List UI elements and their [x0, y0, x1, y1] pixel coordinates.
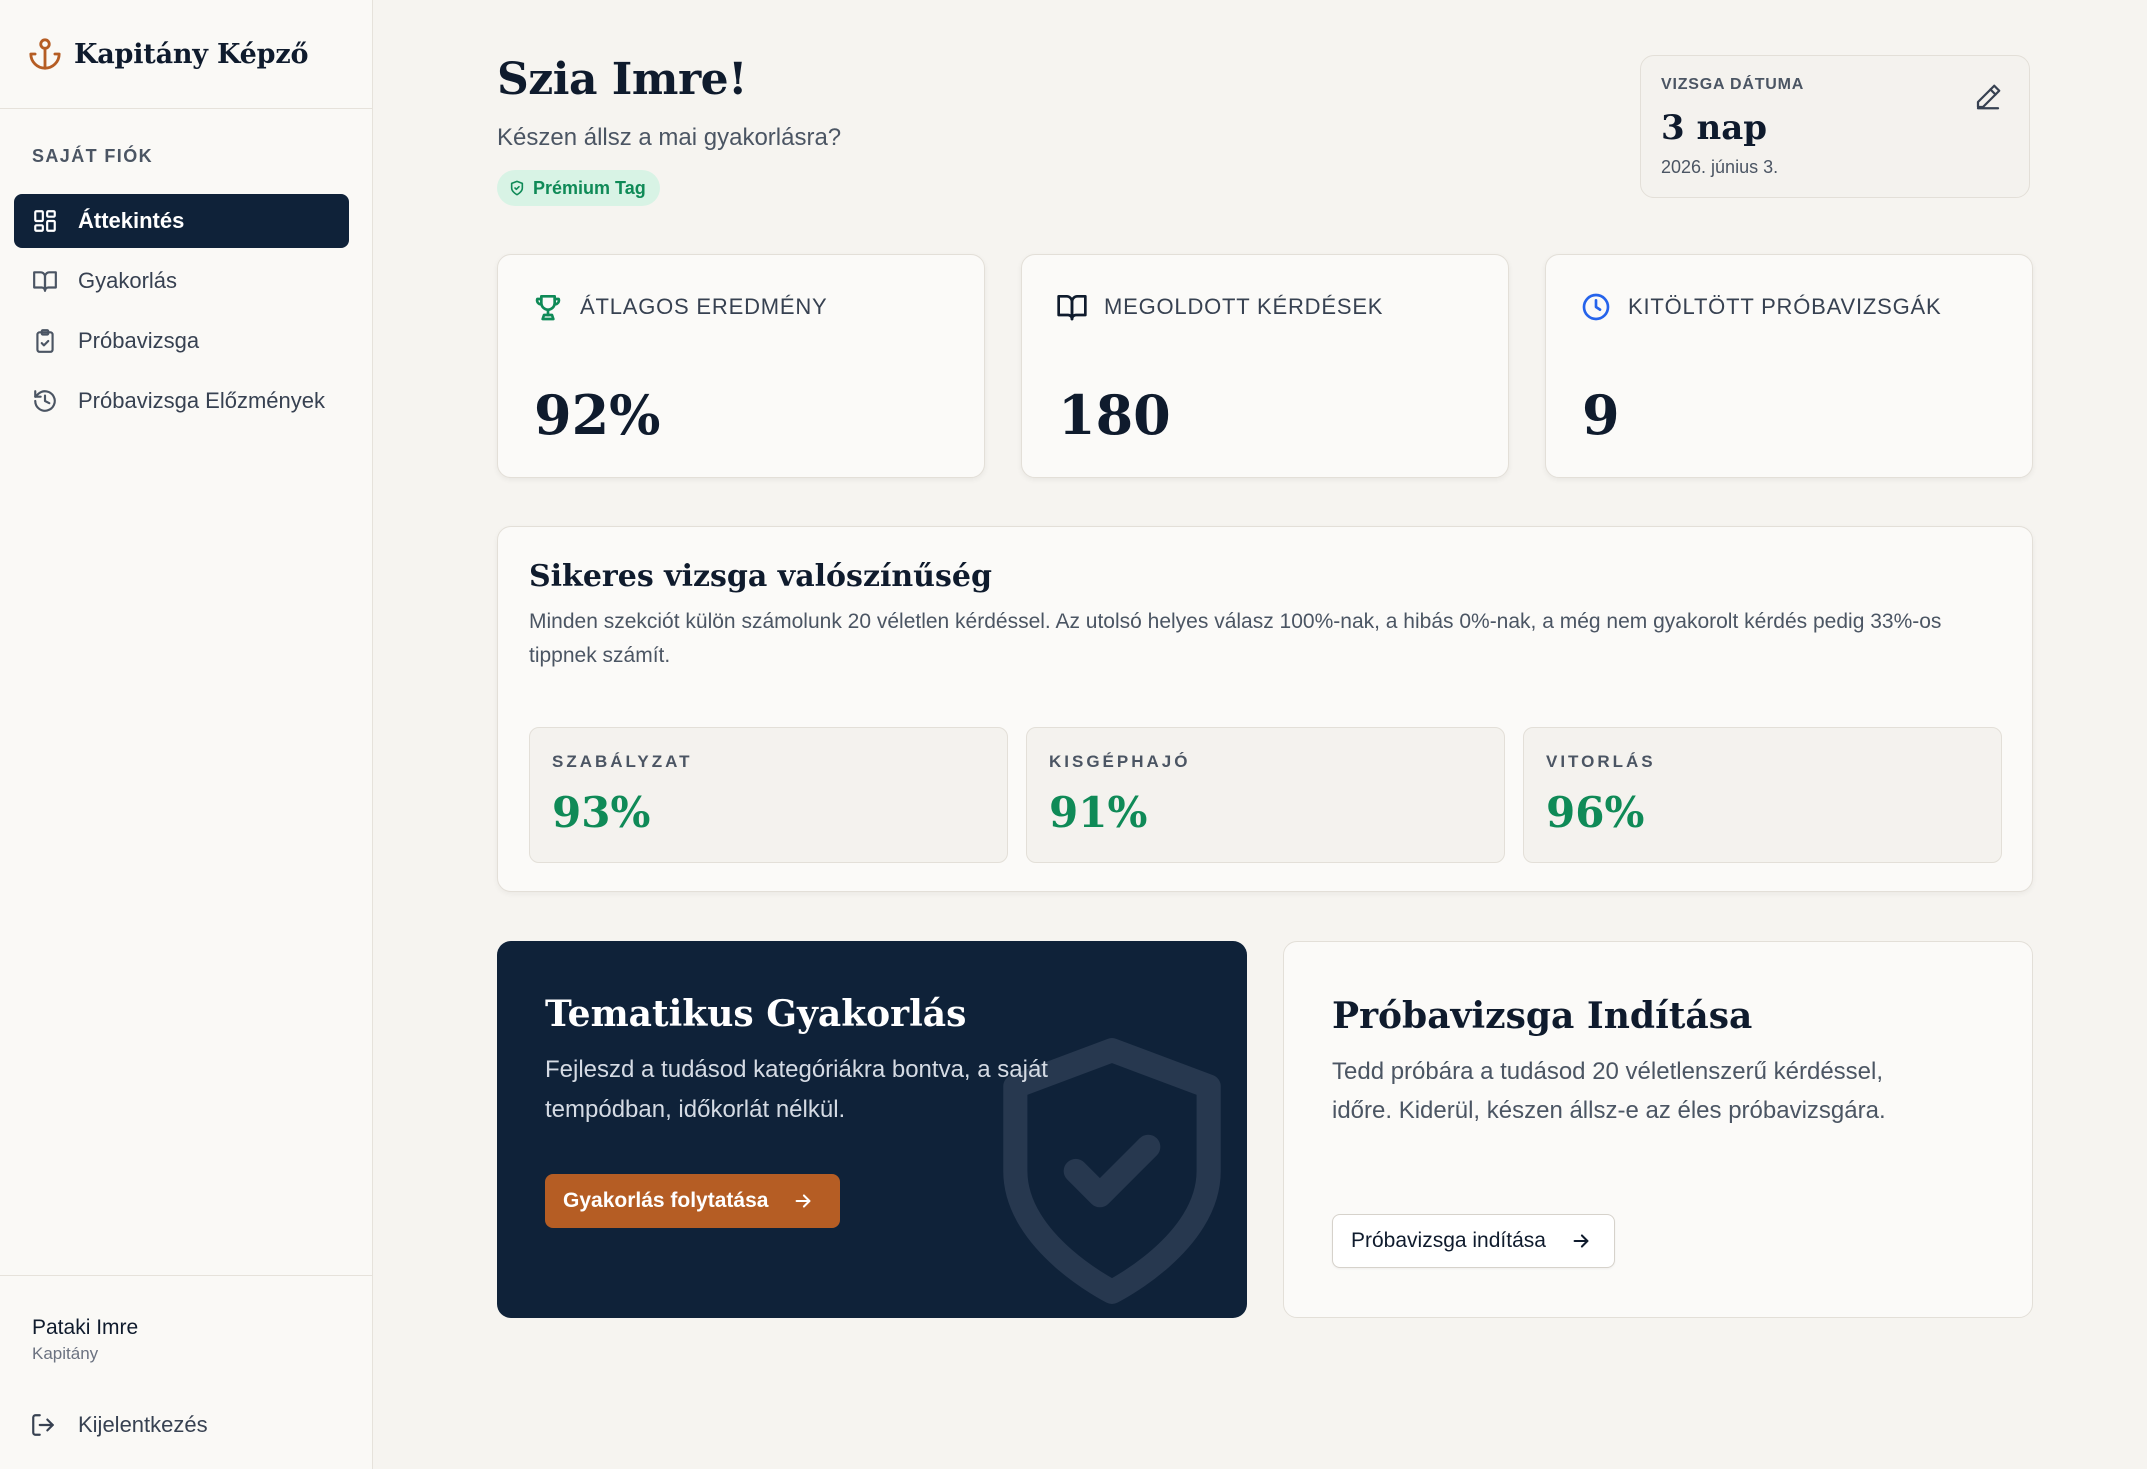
section-label: SZABÁLYZAT	[552, 752, 693, 771]
logout-button[interactable]: Kijelentkezés	[30, 1412, 208, 1438]
pass-probability-description: Minden szekciót külön számolunk 20 vélet…	[529, 610, 1942, 667]
section-label: VITORLÁS	[1546, 752, 1656, 771]
practice-card-description: Fejleszd a tudásod kategóriákra bontva, …	[545, 1056, 1048, 1123]
sidebar-item-gyakorlas[interactable]: Gyakorlás	[14, 254, 349, 308]
trophy-icon	[535, 295, 561, 321]
mock-exam-card-title: Próbavizsga Indítása	[1332, 995, 1753, 1037]
continue-practice-label: Gyakorlás folytatása	[563, 1189, 769, 1212]
section-value: 93%	[552, 788, 651, 837]
sidebar-item-label: Próbavizsga Előzmények	[78, 388, 326, 413]
shield-check-icon	[510, 180, 524, 196]
section-value: 96%	[1546, 788, 1645, 837]
stat-label: ÁTLAGOS EREDMÉNY	[580, 294, 828, 319]
exam-countdown: 3 nap	[1661, 108, 1768, 148]
pass-probability-title: Sikeres vizsga valószínűség	[529, 559, 992, 594]
stat-label: MEGOLDOTT KÉRDÉSEK	[1104, 294, 1384, 319]
section-score-vitorlas: VITORLÁS 96%	[1523, 727, 2002, 863]
pass-probability-card: Sikeres vizsga valószínűség Minden szekc…	[497, 526, 2033, 892]
premium-badge-label: Prémium Tag	[533, 177, 646, 198]
sidebar-item-label: Gyakorlás	[78, 268, 178, 293]
sidebar-section-label: SAJÁT FIÓK	[32, 146, 154, 166]
history-icon	[32, 388, 58, 414]
arrow-right-icon	[796, 1194, 811, 1208]
book-open-icon	[32, 268, 58, 294]
start-mock-exam-button[interactable]: Próbavizsga indítása	[1332, 1214, 1615, 1268]
logout-icon	[32, 1414, 54, 1436]
anchor-icon	[29, 38, 61, 70]
sidebar-item-probavizsga[interactable]: Próbavizsga	[14, 314, 349, 368]
sidebar: Kapitány Képző SAJÁT FIÓK Áttekintés Gya…	[0, 0, 373, 1469]
clipboard-check-icon	[32, 328, 58, 354]
brand-name: Kapitány Képző	[74, 38, 309, 70]
start-mock-exam-label: Próbavizsga indítása	[1351, 1229, 1546, 1252]
clock-icon	[1582, 293, 1610, 321]
stat-value: 9	[1582, 383, 1620, 447]
premium-badge: Prémium Tag	[497, 170, 660, 206]
section-value: 91%	[1049, 788, 1148, 837]
sidebar-item-label: Próbavizsga	[78, 328, 200, 353]
edit-pencil-icon[interactable]	[1973, 82, 2003, 112]
logout-label: Kijelentkezés	[78, 1412, 208, 1437]
mock-exam-card-description: Tedd próbára a tudásod 20 véletlenszerű …	[1332, 1058, 1886, 1124]
user-role: Kapitány	[32, 1344, 99, 1363]
sidebar-item-probavizsga-elozmenyek[interactable]: Próbavizsga Előzmények	[14, 374, 349, 428]
sidebar-footer: Pataki Imre Kapitány Kijelentkezés	[0, 1275, 373, 1469]
page-title: Szia Imre!	[497, 54, 747, 105]
exam-date: 2026. június 3.	[1661, 157, 1779, 177]
continue-practice-button[interactable]: Gyakorlás folytatása	[545, 1174, 841, 1228]
brand[interactable]: Kapitány Képző	[0, 0, 372, 109]
exam-date-card: VIZSGA DÁTUMA 3 nap 2026. június 3.	[1640, 55, 2030, 198]
stat-card-solved: MEGOLDOTT KÉRDÉSEK 180	[1021, 254, 1509, 478]
stat-label: KITÖLTÖTT PRÓBAVIZSGÁK	[1628, 294, 1942, 319]
stat-card-average: ÁTLAGOS EREDMÉNY 92%	[497, 254, 985, 478]
sidebar-item-label: Áttekintés	[78, 208, 185, 233]
arrow-right-icon	[1573, 1234, 1589, 1248]
stat-value: 180	[1058, 383, 1171, 447]
dashboard-grid-icon	[32, 208, 58, 234]
exam-date-label: VIZSGA DÁTUMA	[1661, 76, 1805, 93]
page-subtitle: Készen állsz a mai gyakorlásra?	[497, 124, 842, 151]
sidebar-nav: Áttekintés Gyakorlás Próbavizsga Próbavi…	[14, 194, 349, 434]
book-open-icon	[1057, 295, 1087, 321]
stat-value: 92%	[534, 383, 661, 447]
section-score-szabalyzat: SZABÁLYZAT 93%	[529, 727, 1008, 863]
mock-exam-card: Próbavizsga Indítása Tedd próbára a tudá…	[1283, 941, 2033, 1318]
section-label: KISGÉPHAJÓ	[1049, 752, 1191, 771]
section-score-kisgephajo: KISGÉPHAJÓ 91%	[1026, 727, 1505, 863]
stat-card-mock-exams: KITÖLTÖTT PRÓBAVIZSGÁK 9	[1545, 254, 2033, 478]
practice-card-title: Tematikus Gyakorlás	[545, 993, 967, 1035]
user-name: Pataki Imre	[32, 1316, 139, 1339]
shield-check-icon	[1003, 1038, 1221, 1304]
practice-card: Tematikus Gyakorlás Fejleszd a tudásod k…	[497, 941, 1247, 1318]
sidebar-item-attekintes[interactable]: Áttekintés	[14, 194, 349, 248]
